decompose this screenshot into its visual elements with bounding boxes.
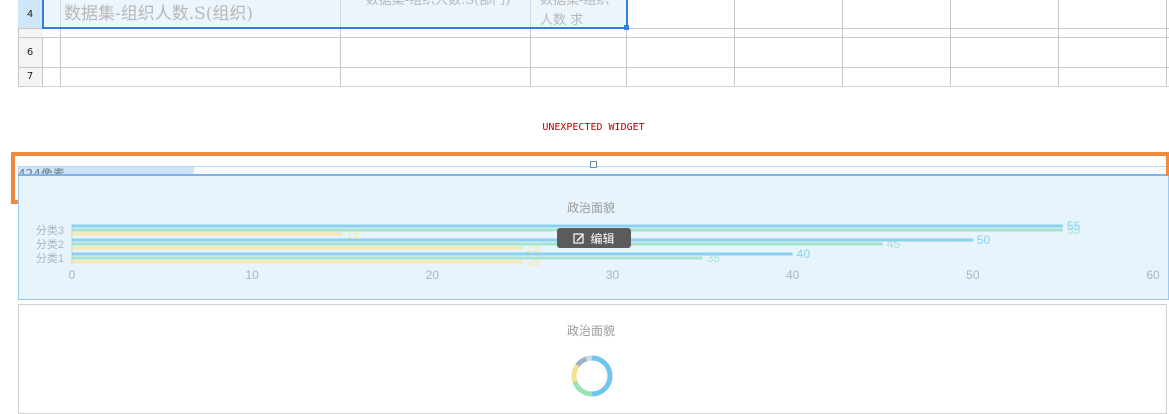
cell-text: 数据集-组织人数.S(部门) (365, 0, 511, 8)
unexpected-widget: UNEXPECTED WIDGET (18, 86, 1169, 155)
donut-slice (591, 355, 613, 397)
edit-label: 编辑 (590, 231, 615, 246)
category-label: 分类3 (36, 223, 64, 237)
bar (72, 246, 523, 250)
category-label: 分类1 (36, 251, 64, 265)
grid-line (1058, 0, 1059, 86)
edit-button[interactable]: 编辑 (557, 228, 631, 248)
bar (72, 232, 343, 236)
bar-value-label: 55 (1067, 219, 1081, 233)
x-tick-label: 0 (69, 268, 76, 282)
cell-r4c2[interactable]: 数据集-组织人数.S(部门) (342, 0, 528, 30)
bar-value-label: 40 (797, 247, 811, 261)
x-tick-label: 40 (786, 268, 800, 282)
cell-text: 数据集-组织人数 求 (540, 0, 610, 28)
edit-icon (573, 233, 585, 244)
grid-line (1166, 0, 1167, 86)
category-label: 分类2 (36, 237, 64, 251)
donut-chart (571, 355, 613, 397)
donut-slice (585, 355, 593, 362)
grid-line (18, 37, 1169, 38)
cell-r4c3[interactable]: 数据集-组织人数 求 (532, 0, 626, 30)
spreadsheet-grid[interactable]: 4 6 7 数据集-组织人数.S(组织) 数据集-组织人数.S(部门) 数据集-… (0, 0, 1169, 86)
bar-value-label: 50 (977, 233, 991, 247)
row-header-4[interactable]: 4 (18, 0, 43, 28)
pie-chart-title: 政治面貌 (567, 324, 616, 338)
donut-slice (575, 356, 588, 368)
grid-line (950, 0, 951, 86)
x-tick-label: 20 (426, 268, 440, 282)
x-tick-label: 60 (1146, 268, 1160, 282)
grid-line (842, 0, 843, 86)
x-tick-label: 50 (966, 268, 980, 282)
row-header-7[interactable]: 7 (18, 67, 43, 86)
grid-line (734, 0, 735, 86)
donut-slice (571, 363, 580, 383)
x-tick-label: 30 (606, 268, 620, 282)
grid-line (18, 67, 1169, 68)
bar (72, 252, 793, 256)
row-header-6[interactable]: 6 (18, 37, 43, 67)
unexpected-widget-label: UNEXPECTED WIDGET (542, 122, 645, 133)
bar (72, 242, 883, 246)
bar (72, 260, 523, 264)
cell-text: 数据集-组织人数.S(组织) (64, 4, 254, 24)
bar (72, 256, 703, 260)
x-tick-label: 10 (245, 268, 259, 282)
cell-r4c1[interactable]: 数据集-组织人数.S(组织) (62, 0, 338, 26)
bar (72, 238, 973, 242)
donut-slice (572, 380, 593, 397)
